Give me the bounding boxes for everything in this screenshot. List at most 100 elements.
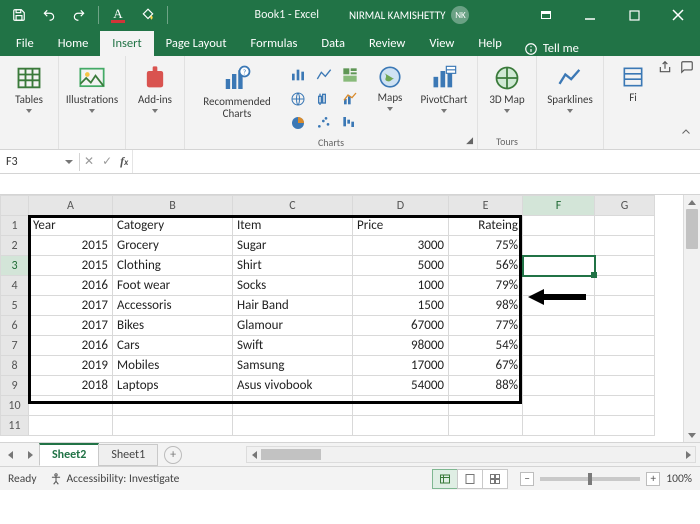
comments-icon[interactable] (680, 60, 694, 79)
tab-view[interactable]: View (417, 31, 466, 56)
row-header[interactable]: 3 (1, 256, 29, 276)
row-header[interactable]: 1 (1, 216, 29, 236)
cell-price[interactable]: 3000 (353, 236, 449, 256)
cell-year[interactable]: 2016 (29, 336, 113, 356)
cell-category[interactable]: Cars (113, 336, 233, 356)
maps-button[interactable]: Maps (367, 60, 413, 111)
row-header[interactable]: 4 (1, 276, 29, 296)
row-header[interactable]: 10 (1, 396, 29, 416)
cell-price[interactable]: 1000 (353, 276, 449, 296)
account-area[interactable]: NIRMAL KAMISHETTY NK (349, 6, 470, 24)
stat-chart-icon[interactable] (313, 88, 335, 110)
name-box[interactable]: F3 (0, 153, 80, 171)
table-row[interactable]: 32015ClothingShirt500056% (1, 256, 655, 276)
cell-item[interactable]: Socks (233, 276, 353, 296)
select-all-triangle[interactable] (1, 196, 29, 216)
line-chart-icon[interactable] (313, 64, 335, 86)
page-break-view-button[interactable] (482, 469, 508, 489)
cell[interactable] (233, 416, 353, 436)
cell-category-header[interactable]: Catogery (113, 216, 233, 236)
cell[interactable] (595, 276, 655, 296)
col-B[interactable]: B (113, 196, 233, 216)
share-icon[interactable] (658, 60, 672, 79)
scroll-up-button[interactable] (684, 195, 700, 209)
minimize-button[interactable] (568, 0, 612, 30)
cell-rating-header[interactable]: Rateing (449, 216, 523, 236)
cell[interactable] (523, 396, 595, 416)
col-G[interactable]: G (595, 196, 655, 216)
zoom-value[interactable]: 100% (666, 472, 692, 486)
page-layout-view-button[interactable] (457, 469, 483, 489)
cell[interactable] (595, 376, 655, 396)
cell-price[interactable]: 17000 (353, 356, 449, 376)
sheet-tab-sheet1[interactable]: Sheet1 (98, 444, 158, 466)
close-button[interactable] (656, 0, 700, 30)
cell[interactable] (523, 316, 595, 336)
col-D[interactable]: D (353, 196, 449, 216)
cell[interactable] (29, 396, 113, 416)
column-headers[interactable]: A B C D E F G (1, 196, 655, 216)
table-row[interactable]: 11 (1, 416, 655, 436)
cell-item[interactable]: Glamour (233, 316, 353, 336)
cell-year[interactable]: 2015 (29, 256, 113, 276)
accessibility-checker[interactable]: Accessibility: Investigate (49, 472, 180, 486)
cell-price-header[interactable]: Price (353, 216, 449, 236)
cell-rating[interactable]: 54% (449, 336, 523, 356)
cell-price[interactable]: 1500 (353, 296, 449, 316)
row-header[interactable]: 9 (1, 376, 29, 396)
zoom-control[interactable]: − + 100% (520, 472, 692, 486)
cell-category[interactable]: Clothing (113, 256, 233, 276)
cancel-formula-icon[interactable]: ✕ (84, 154, 94, 169)
cell-year[interactable]: 2015 (29, 236, 113, 256)
tab-file[interactable]: File (4, 31, 46, 56)
horizontal-scrollbar[interactable] (246, 446, 696, 463)
name-box-dropdown-icon[interactable] (65, 160, 73, 164)
enter-formula-icon[interactable]: ✓ (102, 154, 112, 169)
zoom-in-button[interactable]: + (646, 472, 660, 486)
col-E[interactable]: E (449, 196, 523, 216)
cell-year[interactable]: 2019 (29, 356, 113, 376)
tab-formulas[interactable]: Formulas (239, 31, 310, 56)
cell[interactable] (595, 216, 655, 236)
pivotchart-button[interactable]: PivotChart (417, 60, 471, 113)
sparklines-button[interactable]: Sparklines (543, 60, 597, 113)
cell[interactable] (233, 396, 353, 416)
sheet-tab-sheet2[interactable]: Sheet2 (39, 443, 99, 466)
tab-review[interactable]: Review (357, 31, 417, 56)
illustrations-button[interactable]: Illustrations (65, 60, 119, 113)
zoom-out-button[interactable]: − (520, 472, 534, 486)
font-color-a-icon[interactable]: A (105, 2, 131, 28)
cell[interactable] (523, 416, 595, 436)
cell[interactable] (523, 236, 595, 256)
cell[interactable] (523, 296, 595, 316)
save-button[interactable] (6, 2, 32, 28)
cell-price[interactable]: 98000 (353, 336, 449, 356)
col-F[interactable]: F (523, 196, 595, 216)
cell-price[interactable]: 5000 (353, 256, 449, 276)
hierarchy-chart-icon[interactable] (339, 64, 361, 86)
cell-category[interactable]: Accessoris (113, 296, 233, 316)
hscroll-thumb[interactable] (261, 449, 321, 460)
cell[interactable] (29, 416, 113, 436)
addins-button[interactable]: Add-ins (132, 60, 178, 113)
cell[interactable] (523, 356, 595, 376)
cell-year[interactable]: 2018 (29, 376, 113, 396)
col-C[interactable]: C (233, 196, 353, 216)
cell[interactable] (523, 376, 595, 396)
tab-home[interactable]: Home (46, 31, 101, 56)
cell[interactable] (353, 416, 449, 436)
vscroll-thumb[interactable] (686, 209, 698, 249)
map-chart-icon[interactable] (287, 88, 309, 110)
cell[interactable] (523, 276, 595, 296)
cell-rating[interactable]: 56% (449, 256, 523, 276)
scroll-left-button[interactable] (247, 447, 261, 462)
table-row[interactable]: 92018LaptopsAsus vivobook5400088% (1, 376, 655, 396)
row-header[interactable]: 2 (1, 236, 29, 256)
cell[interactable] (595, 316, 655, 336)
cell-rating[interactable]: 77% (449, 316, 523, 336)
cell[interactable] (113, 396, 233, 416)
cell[interactable] (523, 336, 595, 356)
vertical-scrollbar[interactable] (683, 195, 700, 442)
tell-me[interactable]: Tell me (514, 41, 589, 56)
tab-page-layout[interactable]: Page Layout (154, 31, 239, 56)
